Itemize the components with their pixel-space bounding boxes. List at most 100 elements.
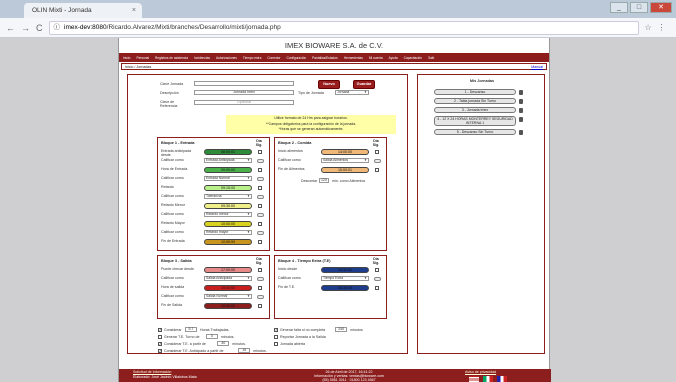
time-field[interactable]: 19:31:00: [321, 266, 369, 273]
toggle-icon[interactable]: [257, 159, 264, 163]
tab-close-icon[interactable]: ×: [132, 7, 136, 14]
menu-item[interactable]: Personal: [136, 56, 149, 60]
dia-siguiente-checkbox[interactable]: [375, 267, 379, 272]
menu-item[interactable]: Pantallas/Estados: [312, 56, 338, 60]
browser-menu-icon[interactable]: ⋮: [658, 23, 666, 32]
toggle-icon[interactable]: [374, 159, 381, 163]
clave-input[interactable]: [194, 81, 294, 86]
dia-siguiente-checkbox[interactable]: [258, 167, 262, 172]
menu-item[interactable]: Registros de asistencia: [155, 56, 188, 60]
trash-icon[interactable]: [519, 107, 523, 113]
menu-item[interactable]: Capacitación: [404, 56, 422, 60]
usa-flag-icon[interactable]: [469, 376, 479, 382]
toggle-icon[interactable]: [257, 277, 264, 281]
time-field[interactable]: 15:00:01: [321, 166, 369, 173]
rating-select[interactable]: Tiempo Extra: [321, 276, 369, 281]
reload-icon[interactable]: C: [36, 23, 43, 33]
trash-icon[interactable]: [519, 129, 523, 135]
mexico-flag-icon[interactable]: [483, 376, 493, 382]
option-input[interactable]: 5.7: [185, 327, 197, 332]
rating-select[interactable]: Retardo menor: [204, 212, 252, 217]
dia-siguiente-checkbox[interactable]: [375, 167, 379, 172]
manual-link[interactable]: Manual: [531, 65, 543, 69]
trash-icon[interactable]: [519, 89, 523, 95]
forward-icon[interactable]: →: [21, 23, 30, 33]
rating-select[interactable]: Tolerancia: [204, 194, 252, 199]
time-field[interactable]: 19:30:00: [204, 302, 252, 309]
toggle-icon[interactable]: [257, 213, 264, 217]
option-checkbox[interactable]: [274, 342, 278, 346]
dia-siguiente-checkbox[interactable]: [258, 303, 262, 308]
menu-item[interactable]: Ayuda: [389, 56, 398, 60]
jornada-list-item[interactable]: 5 - Descanso Sin Turno: [434, 129, 516, 135]
time-field[interactable]: 09:30:00: [204, 202, 252, 209]
dia-siguiente-checkbox[interactable]: [375, 285, 379, 290]
toggle-icon[interactable]: [257, 195, 264, 199]
menu-item[interactable]: Salir: [428, 56, 434, 60]
tipo-select[interactable]: Jornada: [335, 90, 369, 95]
maximize-button[interactable]: □: [630, 2, 648, 13]
time-field[interactable]: 09:15:00: [204, 184, 252, 191]
dia-siguiente-checkbox[interactable]: [258, 203, 262, 208]
menu-item[interactable]: Inicio: [123, 56, 130, 60]
time-field[interactable]: 10:59:59: [204, 238, 252, 245]
option-input[interactable]: 15: [238, 348, 251, 353]
menu-item[interactable]: Comedor: [267, 56, 280, 60]
time-field[interactable]: 19:00:00: [204, 284, 252, 291]
dia-siguiente-checkbox[interactable]: [258, 149, 262, 154]
dia-siguiente-checkbox[interactable]: [258, 221, 262, 226]
time-field[interactable]: 10:00:00: [204, 220, 252, 227]
toggle-icon[interactable]: [257, 177, 264, 181]
option-checkbox[interactable]: [158, 335, 162, 339]
browser-tab[interactable]: OLIN Mixti - Jornada ×: [24, 3, 142, 18]
toggle-icon[interactable]: [257, 231, 264, 235]
option-checkbox[interactable]: ✓: [158, 328, 162, 332]
option-checkbox[interactable]: ✓: [158, 342, 162, 346]
claveref-input[interactable]: Opcional: [194, 100, 294, 105]
dia-siguiente-checkbox[interactable]: [258, 285, 262, 290]
dia-siguiente-checkbox[interactable]: [258, 267, 262, 272]
time-field[interactable]: 08:00:01: [204, 148, 252, 155]
guardar-button[interactable]: Guardar: [353, 80, 375, 89]
menu-item[interactable]: Configuración: [287, 56, 307, 60]
menu-item[interactable]: Incidencias: [194, 56, 210, 60]
time-field[interactable]: 17:00:00: [204, 266, 252, 273]
trash-icon[interactable]: [519, 98, 523, 104]
dia-siguiente-checkbox[interactable]: [258, 239, 262, 244]
france-flag-icon[interactable]: [497, 376, 507, 382]
option-input[interactable]: 30: [217, 341, 230, 346]
option-input[interactable]: 0: [205, 334, 218, 339]
rating-select[interactable]: Salida Normal: [204, 294, 252, 299]
privacy-link[interactable]: Aviso de privacidad: [465, 370, 496, 374]
time-field[interactable]: 14:00:00: [321, 148, 369, 155]
time-field[interactable]: 09:00:00: [204, 166, 252, 173]
option-input[interactable]: 240: [335, 327, 348, 332]
menu-item[interactable]: Herramientas: [344, 56, 363, 60]
trash-icon[interactable]: [519, 116, 523, 122]
nuevo-button[interactable]: Nuevo: [318, 80, 340, 89]
desc-input[interactable]: Jornada Imex: [194, 90, 294, 95]
menu-item[interactable]: Tiempo extra: [243, 56, 261, 60]
url-input[interactable]: ⓘ imex-dev:8080/Ricardo.Alvarez/Mixti/br…: [48, 20, 639, 35]
rating-select[interactable]: Entrada Anticipada: [204, 158, 252, 163]
minimize-button[interactable]: _: [610, 2, 628, 13]
jornada-list-item[interactable]: 4 - 12 X 24 HORAS MONTERREY SEGURIDAD IN…: [434, 116, 516, 126]
jornada-list-item[interactable]: 1 - Descanso: [434, 89, 516, 95]
close-window-button[interactable]: ✕: [650, 2, 672, 13]
back-icon[interactable]: ←: [6, 23, 15, 33]
menu-item[interactable]: Mi cuenta: [369, 56, 383, 60]
option-checkbox[interactable]: ✓: [274, 328, 278, 332]
rating-select[interactable]: Retardo mayor: [204, 230, 252, 235]
rating-select[interactable]: Salida Alimentos: [321, 158, 369, 163]
descontar-input[interactable]: 120: [319, 178, 329, 183]
toggle-icon[interactable]: [257, 295, 264, 299]
toggle-icon[interactable]: [374, 277, 381, 281]
rating-select[interactable]: Salida Anticipada: [204, 276, 252, 281]
rating-select[interactable]: Entrada Normal: [204, 176, 252, 181]
menu-item[interactable]: Autorizaciones: [216, 56, 237, 60]
dia-siguiente-checkbox[interactable]: [375, 149, 379, 154]
option-checkbox[interactable]: ✓: [158, 349, 162, 353]
jornada-list-item[interactable]: 3 - Jornada Imex: [434, 107, 516, 113]
option-checkbox[interactable]: [274, 335, 278, 339]
star-icon[interactable]: ☆: [645, 23, 652, 32]
